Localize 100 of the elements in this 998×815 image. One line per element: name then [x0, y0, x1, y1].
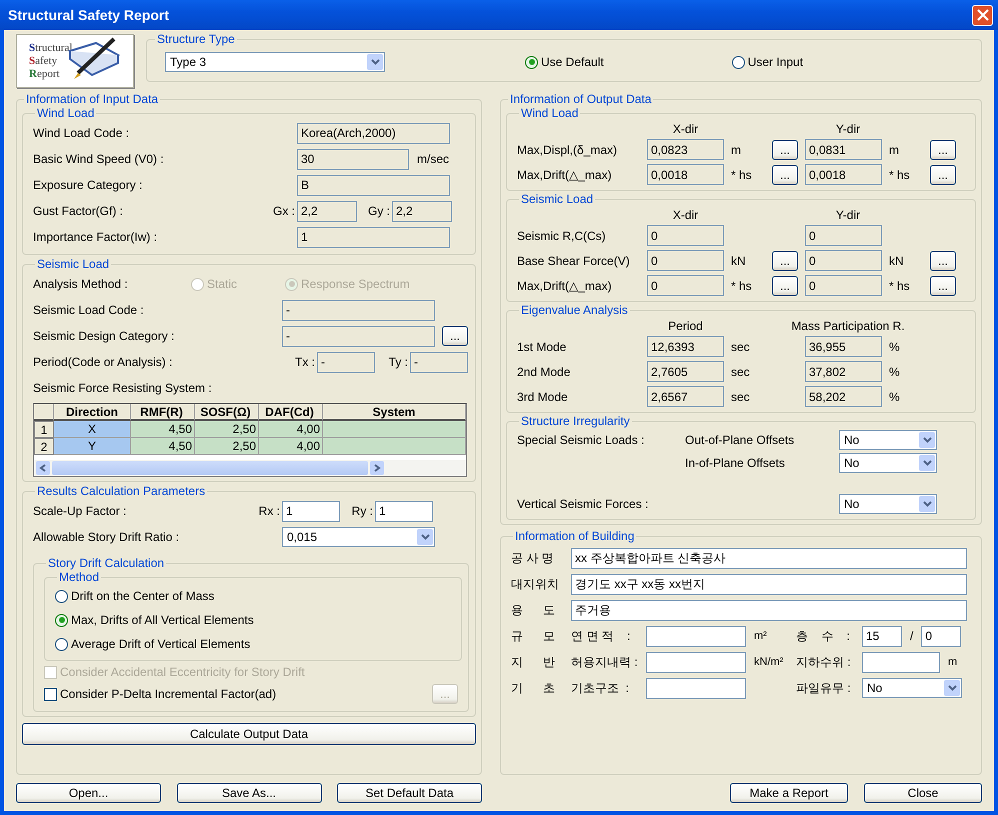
text-field[interactable]: xx 주상복합아파트 신축공사: [571, 548, 967, 568]
ellipsis-button[interactable]: ...: [442, 326, 468, 346]
radio-button[interactable]: Drift on the Center of Mass: [55, 584, 455, 608]
text-field[interactable]: [646, 626, 746, 646]
text-field[interactable]: 12,6393: [647, 336, 724, 357]
scroll-left-icon[interactable]: [36, 461, 50, 475]
field-label: 공 사 명: [511, 550, 555, 566]
text-field[interactable]: 경기도 xx구 xx동 xx번지: [571, 574, 967, 594]
ellipsis-button[interactable]: ...: [930, 250, 956, 270]
text-field[interactable]: 30: [297, 148, 409, 170]
checkbox[interactable]: Consider P-Delta Incremental Factor(ad): [44, 687, 276, 701]
dropdown[interactable]: No: [839, 452, 937, 472]
unit-label: kN: [889, 254, 904, 268]
text-field[interactable]: [862, 652, 940, 672]
dialog-button[interactable]: Save As...: [176, 783, 322, 803]
text-field[interactable]: 1: [375, 500, 433, 522]
text-field[interactable]: -: [410, 352, 468, 372]
dialog-button[interactable]: Open...: [16, 783, 161, 803]
ellipsis-button[interactable]: ...: [772, 164, 798, 184]
radio-button[interactable]: Average Drift of Vertical Elements: [55, 632, 455, 656]
text-field[interactable]: 0: [647, 225, 724, 246]
text-field[interactable]: 2,2: [392, 200, 452, 222]
field-label: 대지위치: [511, 576, 560, 592]
unit-label: * hs: [889, 168, 910, 182]
dialog-button[interactable]: Make a Report: [730, 783, 848, 803]
ellipsis-button[interactable]: ...: [772, 140, 798, 160]
field-label: Seismic Design Category :: [33, 329, 176, 343]
field-label: 기 초: [511, 680, 556, 696]
field-label: Allowable Story Drift Ratio :: [33, 530, 180, 544]
dropdown[interactable]: 0,015: [282, 527, 435, 547]
ellipsis-button[interactable]: ...: [930, 140, 956, 160]
radio-button[interactable]: Max, Drifts of All Vertical Elements: [55, 608, 455, 632]
caret-icon: [944, 680, 960, 696]
text-field[interactable]: 0: [921, 626, 962, 646]
field-label: Scale-Up Factor :: [33, 504, 128, 518]
text-field[interactable]: 0: [805, 250, 882, 271]
text-field[interactable]: 37,802: [805, 361, 882, 382]
field-label: 파일유무 :: [796, 680, 852, 696]
ellipsis-button[interactable]: ...: [772, 250, 798, 270]
column-header: Period: [667, 318, 704, 332]
dropdown[interactable]: Type 3: [165, 52, 385, 72]
text-field[interactable]: 2,6567: [647, 386, 724, 407]
field-label: Rx :: [258, 504, 281, 518]
field-label: Seismic Load Code :: [33, 303, 145, 317]
column-header: X-dir: [672, 208, 700, 222]
ellipsis-button[interactable]: ...: [930, 164, 956, 184]
dropdown[interactable]: No: [862, 678, 962, 698]
text-field[interactable]: -: [282, 300, 435, 320]
text-field[interactable]: 0: [647, 250, 724, 271]
field-label: Analysis Method :: [33, 277, 129, 291]
dropdown[interactable]: No: [839, 494, 937, 514]
unit-label: sec: [731, 390, 750, 404]
text-field[interactable]: 58,202: [805, 386, 882, 407]
group-title: Structure Irregularity: [520, 414, 631, 428]
unit-label: * hs: [731, 168, 752, 182]
row-header[interactable]: 2: [34, 438, 54, 455]
dropdown[interactable]: No: [839, 430, 937, 450]
close-button[interactable]: [972, 4, 993, 26]
unit-label: m/sec: [417, 152, 450, 166]
text-field[interactable]: 주거용: [571, 600, 967, 620]
group-title: Seismic Load: [36, 257, 110, 271]
text-field[interactable]: 0: [647, 275, 724, 296]
text-field[interactable]: 0,0018: [647, 164, 724, 185]
calculate-button[interactable]: Calculate Output Data: [22, 723, 476, 745]
text-field[interactable]: 0: [805, 275, 882, 296]
dialog-button[interactable]: Close: [864, 783, 982, 803]
ellipsis-button[interactable]: ...: [772, 276, 798, 296]
text-field[interactable]: 0: [805, 225, 882, 246]
table-cell: 4,00: [259, 438, 323, 455]
text-field[interactable]: 2,2: [297, 200, 357, 222]
group-title: Wind Load: [520, 106, 580, 120]
text-field[interactable]: 15: [862, 626, 902, 646]
unit-label: kN: [731, 254, 746, 268]
text-field[interactable]: 1: [297, 226, 450, 248]
text-field[interactable]: Korea(Arch,2000): [297, 122, 450, 144]
text-field[interactable]: 1: [282, 500, 340, 522]
radio-button[interactable]: User Input: [732, 55, 804, 69]
table-cell: 2,50: [195, 421, 259, 438]
horizontal-scrollbar[interactable]: [34, 460, 466, 476]
text-field[interactable]: 2,7605: [647, 361, 724, 382]
caret-icon: [919, 496, 935, 512]
ellipsis-button[interactable]: ...: [930, 276, 956, 296]
text-field[interactable]: 0,0831: [805, 139, 882, 160]
text-field[interactable]: -: [282, 326, 435, 346]
text-field[interactable]: -: [317, 352, 375, 372]
window-title: Structural Safety Report: [8, 7, 170, 23]
field-label: Gx :: [272, 204, 296, 218]
text-field[interactable]: [646, 652, 746, 672]
scroll-right-icon[interactable]: [370, 461, 384, 475]
text-field[interactable]: [646, 678, 746, 698]
text-field[interactable]: 36,955: [805, 336, 882, 357]
table-cell: X: [54, 421, 131, 438]
text-field[interactable]: 0,0018: [805, 164, 882, 185]
close-icon: [976, 9, 988, 21]
scroll-thumb[interactable]: [52, 461, 368, 475]
text-field[interactable]: B: [297, 174, 450, 196]
radio-button[interactable]: Use Default: [525, 55, 604, 69]
dialog-button[interactable]: Set Default Data: [337, 783, 482, 803]
text-field[interactable]: 0,0823: [647, 139, 724, 160]
row-header[interactable]: 1: [34, 421, 54, 438]
